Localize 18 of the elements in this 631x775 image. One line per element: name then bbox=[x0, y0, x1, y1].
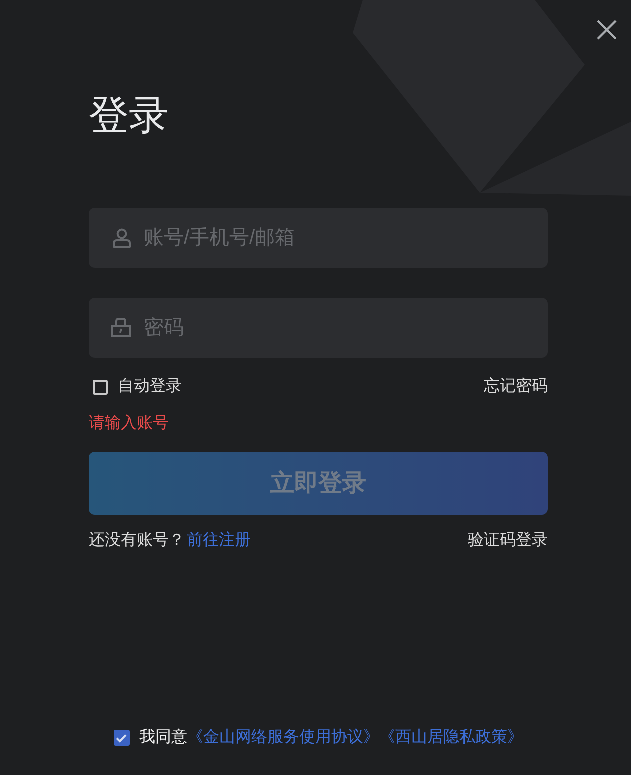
page-title: 登录 bbox=[89, 93, 169, 140]
agreement-link[interactable]: 《金山网络服务使用协议》 bbox=[188, 726, 380, 750]
sms-login-link[interactable]: 验证码登录 bbox=[468, 529, 548, 553]
register-prompt: 还没有账号？ bbox=[89, 531, 185, 551]
agreement-text: 我同意 bbox=[140, 728, 188, 748]
checkmark-icon bbox=[116, 734, 127, 742]
forgot-password-link[interactable]: 忘记密码 bbox=[484, 375, 548, 399]
lock-icon bbox=[111, 318, 131, 337]
user-icon bbox=[112, 228, 132, 248]
error-message: 请输入账号 bbox=[89, 414, 169, 434]
register-link[interactable]: 前往注册 bbox=[187, 529, 251, 553]
agreement-link[interactable]: 《西山居隐私政策》 bbox=[380, 726, 524, 750]
password-field[interactable]: 密码 bbox=[89, 298, 548, 358]
auto-login-label: 自动登录 bbox=[118, 377, 182, 397]
account-field[interactable]: 账号/手机号/邮箱 bbox=[89, 208, 548, 268]
close-icon bbox=[597, 20, 617, 40]
checkbox[interactable] bbox=[93, 380, 108, 394]
checkbox[interactable] bbox=[114, 730, 130, 746]
